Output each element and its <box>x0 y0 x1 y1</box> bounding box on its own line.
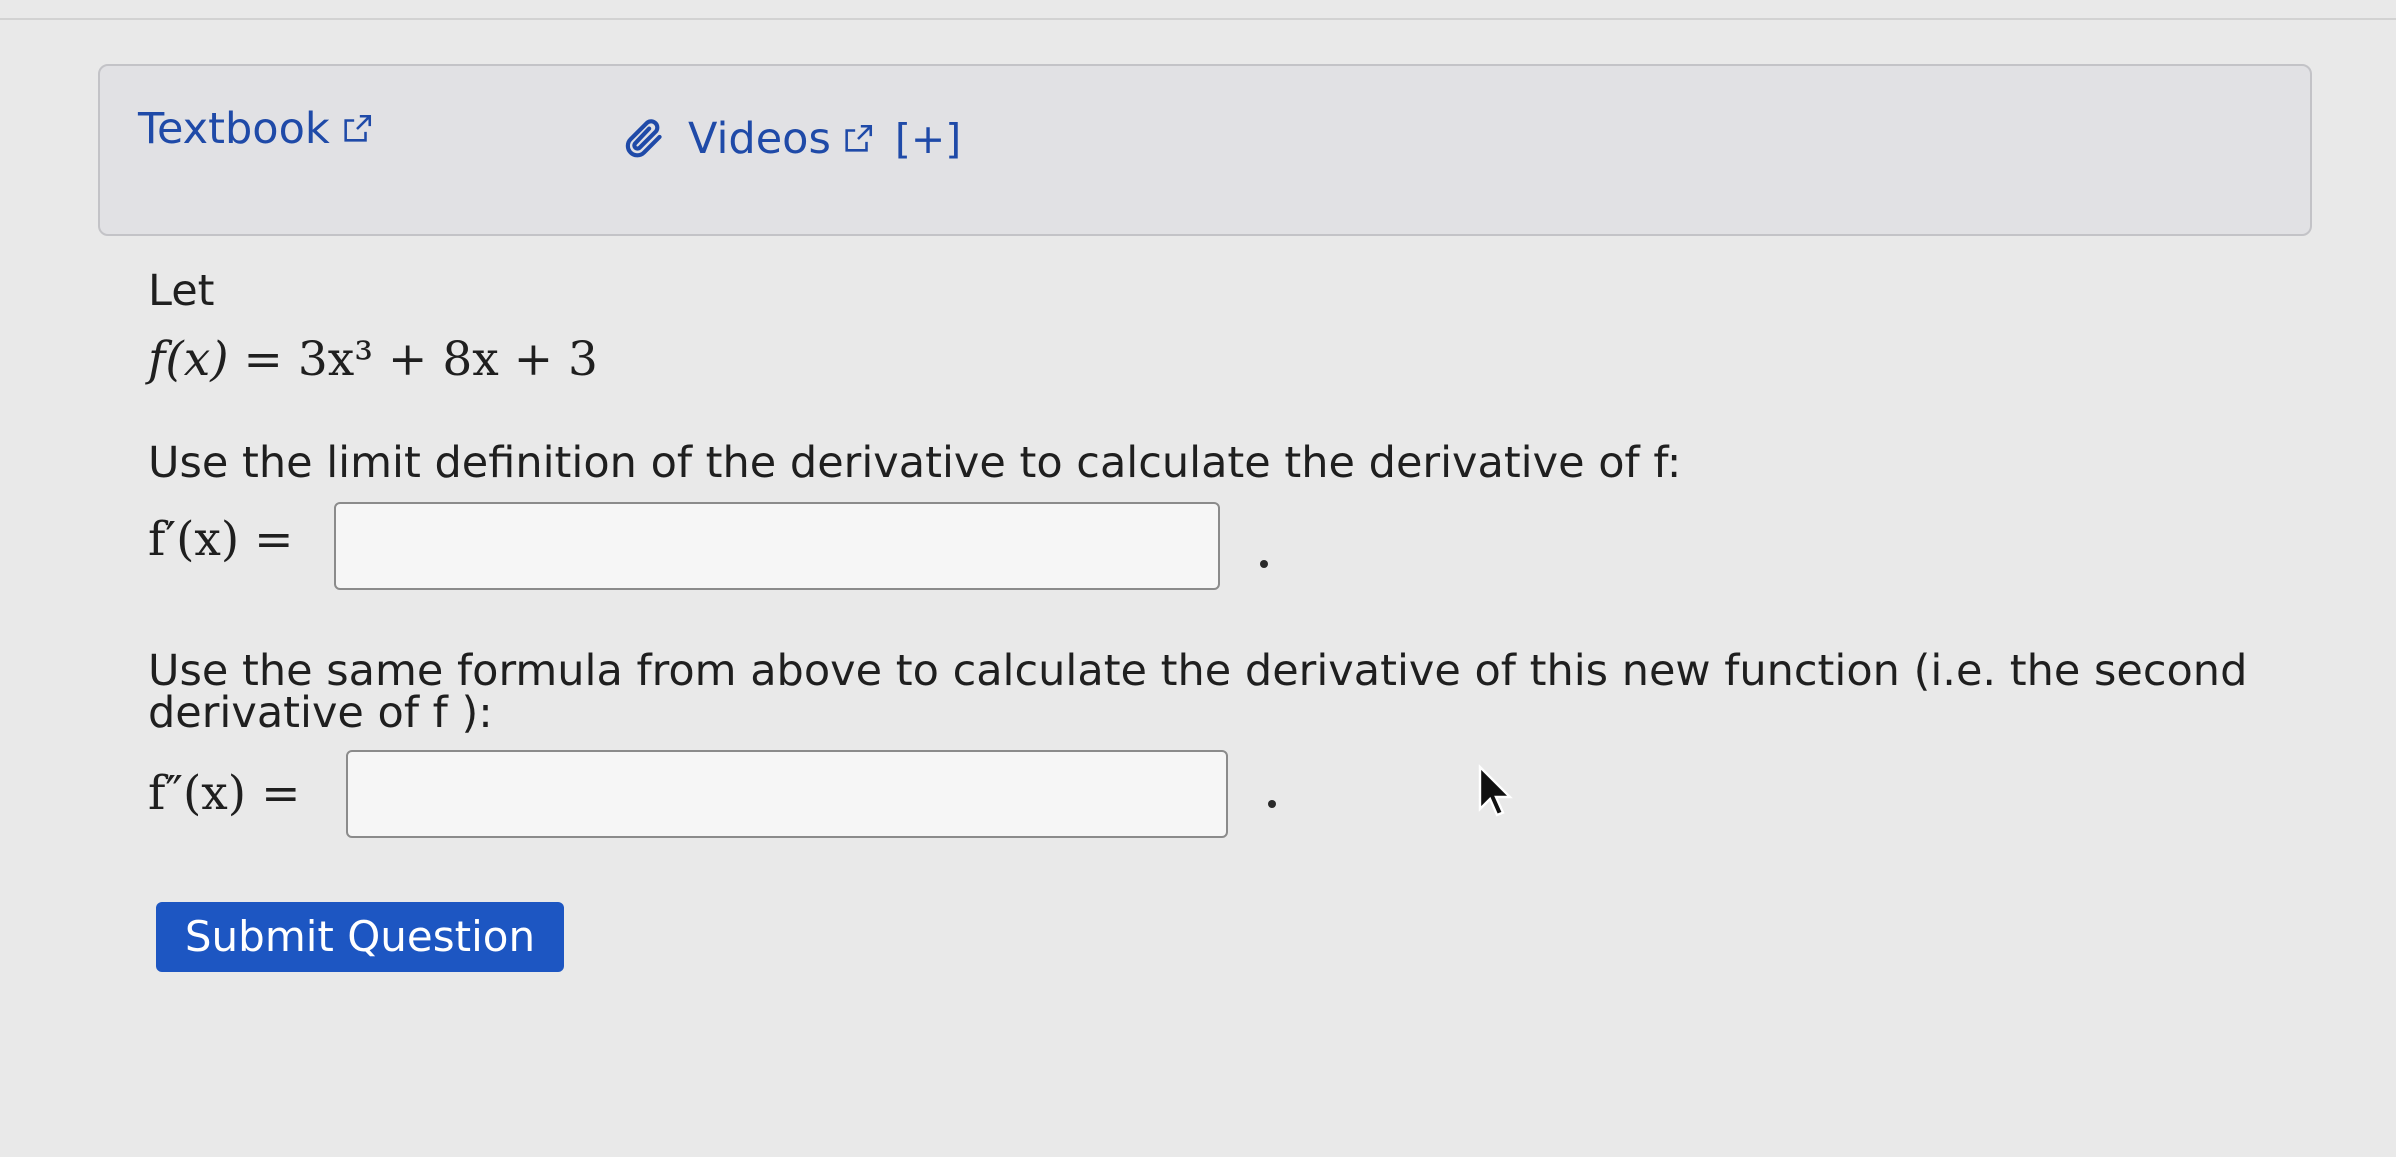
videos-label: Videos <box>688 114 831 164</box>
external-link-icon <box>845 124 872 152</box>
first-derivative-input[interactable] <box>334 502 1220 590</box>
top-divider <box>0 18 2396 20</box>
external-link-icon <box>344 114 371 142</box>
first-derivative-label: f′(x) = <box>148 512 294 567</box>
intro-text: Let <box>148 266 215 316</box>
function-rhs: = 3x³ + 8x + 3 <box>243 332 598 387</box>
trailing-period <box>1260 560 1268 568</box>
videos-group: Videos [+] <box>620 114 961 164</box>
function-lhs: f(x) <box>148 332 229 387</box>
second-derivative-label: f″(x) = <box>148 766 301 821</box>
question-second-derivative-line2: derivative of f ): <box>148 688 493 738</box>
textbook-link[interactable]: Textbook <box>138 104 374 154</box>
help-links-panel: Textbook Videos [+] <box>98 64 2312 236</box>
paperclip-icon <box>625 119 662 158</box>
videos-link[interactable]: Videos <box>688 114 875 164</box>
second-derivative-input[interactable] <box>346 750 1228 838</box>
textbook-label: Textbook <box>138 104 330 154</box>
question-first-derivative: Use the limit definition of the derivati… <box>148 438 1682 488</box>
trailing-period <box>1268 800 1276 808</box>
submit-question-button[interactable]: Submit Question <box>156 902 564 972</box>
function-definition: f(x) = 3x³ + 8x + 3 <box>148 330 598 390</box>
mouse-pointer-icon <box>1478 764 1513 817</box>
expand-videos-link[interactable]: [+] <box>895 115 961 163</box>
